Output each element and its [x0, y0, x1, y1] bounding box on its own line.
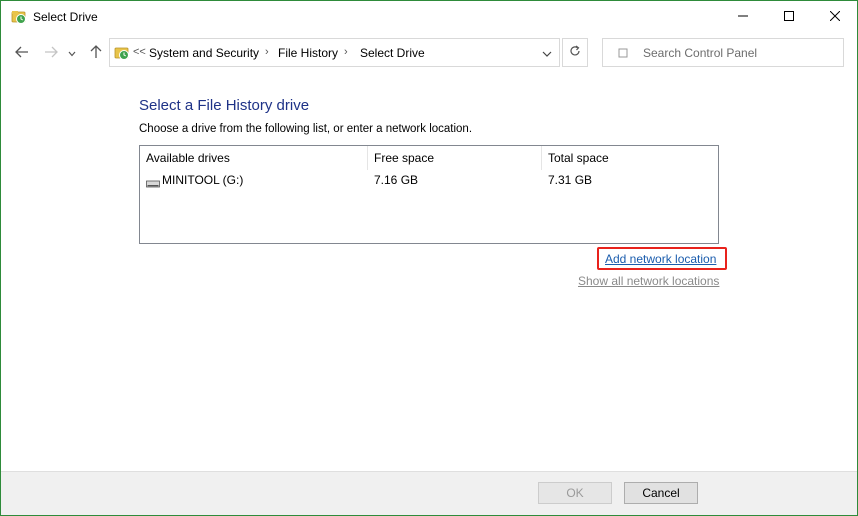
window-title: Select Drive	[33, 10, 98, 24]
chevron-right-icon: ›	[344, 46, 348, 58]
forward-button[interactable]	[41, 43, 61, 63]
ok-button[interactable]: OK	[538, 482, 612, 504]
file-history-icon	[114, 45, 130, 61]
navigation-bar: << System and Security › File History › …	[1, 35, 857, 71]
maximize-icon	[784, 10, 794, 24]
page-title: Select a File History drive	[139, 97, 310, 114]
file-history-icon	[11, 9, 27, 25]
up-arrow-icon	[90, 44, 102, 62]
recent-locations-button[interactable]	[65, 43, 79, 63]
breadcrumb-system-and-security[interactable]: System and Security	[149, 46, 259, 60]
column-header-available-drives[interactable]: Available drives	[140, 146, 368, 170]
refresh-icon	[569, 45, 581, 60]
drive-name: MINITOOL (G:)	[162, 173, 244, 187]
breadcrumb-select-drive[interactable]: Select Drive	[360, 46, 425, 60]
drive-list[interactable]: Available drives Free space Total space …	[139, 145, 719, 244]
address-dropdown-button[interactable]	[538, 44, 556, 62]
minimize-button[interactable]	[720, 1, 766, 33]
chevron-right-icon: ›	[265, 46, 269, 58]
cancel-button[interactable]: Cancel	[624, 482, 698, 504]
show-all-network-locations-link[interactable]: Show all network locations	[578, 274, 719, 288]
search-input[interactable]: Search Control Panel	[643, 46, 757, 60]
column-header-free-space[interactable]: Free space	[368, 146, 542, 170]
up-button[interactable]	[86, 43, 106, 63]
search-box[interactable]: Search Control Panel	[602, 38, 844, 67]
window: Select Drive << System and Security › Fi…	[0, 0, 858, 516]
minimize-icon	[738, 10, 748, 24]
search-icon	[617, 47, 629, 59]
refresh-button[interactable]	[562, 38, 588, 67]
maximize-button[interactable]	[766, 1, 812, 33]
back-arrow-icon	[15, 46, 29, 61]
forward-arrow-icon	[44, 46, 58, 61]
close-icon	[829, 10, 841, 24]
address-bar[interactable]: << System and Security › File History › …	[109, 38, 560, 67]
drive-icon	[146, 177, 160, 188]
close-button[interactable]	[812, 1, 858, 33]
back-button[interactable]	[12, 43, 32, 63]
address-dropdown-icon	[542, 46, 552, 60]
drive-total-space: 7.31 GB	[548, 173, 593, 187]
page-description: Choose a drive from the following list, …	[139, 123, 473, 135]
breadcrumb-file-history[interactable]: File History	[278, 46, 338, 60]
footer-bar: OK Cancel	[1, 471, 857, 515]
title-bar: Select Drive	[1, 1, 857, 33]
breadcrumb-overflow[interactable]: <<	[133, 46, 146, 58]
column-header-total-space[interactable]: Total space	[542, 146, 718, 170]
drive-free-space: 7.16 GB	[374, 173, 419, 187]
recent-locations-icon	[68, 46, 76, 60]
add-network-location-link[interactable]: Add network location	[605, 252, 716, 266]
